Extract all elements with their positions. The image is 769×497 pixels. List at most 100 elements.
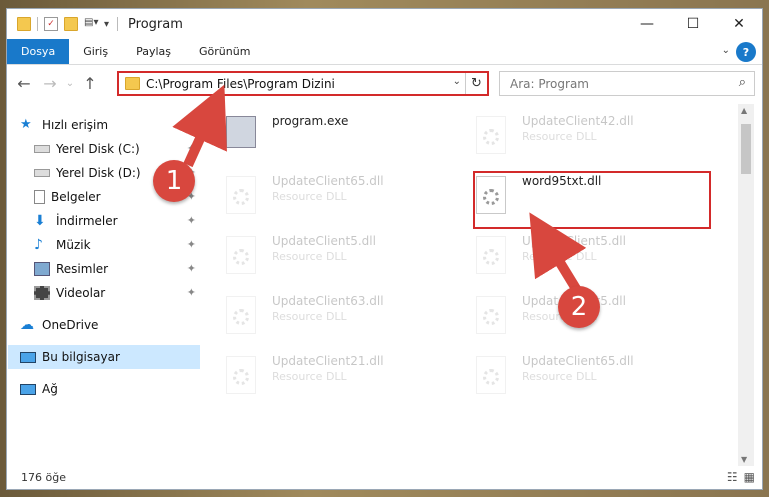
file-name: UpdateClient21.dll (272, 354, 384, 368)
sidebar-item-label: Yerel Disk (C:) (56, 142, 140, 156)
program-icon (226, 116, 260, 156)
network-icon (20, 383, 36, 395)
tab-file[interactable]: Dosya (7, 39, 70, 64)
status-bar: 176 öğe ☷ ▦ (7, 465, 763, 489)
item-count: 176 öğe (21, 470, 66, 484)
pin-icon[interactable]: ✦ (187, 238, 196, 251)
step-2-badge: 2 (558, 286, 600, 328)
file-tile[interactable]: UpdateClient5.dll Resource DLL (222, 232, 462, 288)
drive-icon (34, 145, 50, 153)
close-button[interactable]: ✕ (716, 9, 762, 39)
new-folder-icon[interactable] (64, 17, 78, 31)
file-type: Resource DLL (272, 310, 347, 323)
file-name: UpdateClient42.dll (522, 114, 634, 128)
star-icon: ★ (20, 117, 32, 132)
dropdown-icon[interactable]: ▾ (104, 19, 109, 30)
navigation-bar: ← → ⌄ ↑ C:\Program Files\Program Dizini … (7, 65, 762, 101)
sidebar-item-music[interactable]: ♪ Müzik ✦ (20, 233, 200, 257)
file-name: UpdateClient65.dll (522, 354, 634, 368)
scroll-up-icon[interactable]: ▲ (741, 106, 747, 115)
video-icon (34, 286, 50, 300)
file-name: program.exe (272, 114, 349, 128)
cloud-icon: ☁ (20, 317, 34, 333)
chevron-down-icon[interactable]: ⌄ (453, 76, 461, 87)
step-1-badge: 1 (153, 160, 195, 202)
scroll-down-icon[interactable]: ▼ (741, 455, 747, 464)
properties-icon[interactable]: ✓ (44, 17, 58, 31)
file-type: Resource DLL (522, 250, 597, 263)
vertical-scrollbar[interactable]: ▲ ▼ (738, 104, 754, 466)
sidebar-item-label: Resimler (56, 262, 109, 276)
up-arrow-icon[interactable]: ↑ (77, 74, 103, 93)
sidebar-item-label: Hızlı erişim (42, 118, 109, 132)
file-tile[interactable]: UpdateClient42.dll Resource DLL (472, 112, 712, 168)
file-name: UpdateClient65.dll (272, 174, 384, 188)
file-tile[interactable]: UpdateClient5.dll Resource DLL (472, 232, 712, 288)
file-name: UpdateClient5.dll (272, 234, 376, 248)
view-switcher: ☷ ▦ (727, 470, 755, 484)
tiles-view-icon[interactable]: ▦ (744, 470, 755, 484)
file-tile[interactable]: program.exe (222, 112, 462, 168)
file-type: Resource DLL (522, 370, 597, 383)
sidebar-item-pictures[interactable]: Resimler ✦ (20, 257, 200, 281)
file-highlight-box (473, 171, 711, 229)
refresh-icon[interactable]: ↻ (465, 73, 487, 94)
forward-arrow-icon[interactable]: → (37, 74, 63, 93)
title-bar: ✓ ▤▾ ▾ Program — ☐ ✕ (7, 9, 762, 39)
pin-icon[interactable]: ✦ (187, 286, 196, 299)
back-arrow-icon[interactable]: ← (11, 74, 37, 93)
dll-file-icon (476, 116, 510, 156)
sidebar-item-label: Videolar (56, 286, 106, 300)
music-icon: ♪ (34, 237, 43, 253)
sidebar-item-label: Yerel Disk (D:) (56, 166, 141, 180)
file-tile[interactable]: UpdateClient65.dll Resource DLL (472, 352, 712, 408)
sidebar-item-onedrive[interactable]: ☁ OneDrive (20, 313, 200, 337)
details-view-icon[interactable]: ☷ (727, 470, 738, 484)
recent-dropdown-icon[interactable]: ⌄ (63, 78, 77, 89)
customize-icon[interactable]: ▤▾ (84, 17, 98, 31)
file-tile[interactable]: UpdateClient63.dll Resource DLL (222, 292, 462, 348)
file-type: Resource DLL (272, 250, 347, 263)
dll-file-icon (476, 356, 510, 396)
folder-icon (125, 77, 140, 90)
sidebar-item-network[interactable]: Ağ (20, 377, 200, 401)
file-tile[interactable]: UpdateClient21.dll Resource DLL (222, 352, 462, 408)
file-type: Resource DLL (272, 370, 347, 383)
sidebar-item-label: Bu bilgisayar (42, 350, 120, 364)
tab-home[interactable]: Giriş (69, 39, 122, 64)
scroll-thumb[interactable] (741, 124, 751, 174)
tab-view[interactable]: Görünüm (185, 39, 264, 64)
search-input[interactable]: Ara: Program ⌕ (499, 71, 755, 96)
sidebar-item-videos[interactable]: Videolar ✦ (20, 281, 200, 305)
dll-file-icon (226, 296, 260, 336)
file-list: program.exe UpdateClient42.dll Resource … (222, 112, 732, 462)
folder-icon (17, 17, 31, 31)
ribbon-tabs: Dosya Giriş Paylaş Görünüm ⌄ ? (7, 39, 762, 65)
file-type: Resource DLL (522, 130, 597, 143)
address-path: C:\Program Files\Program Dizini (146, 76, 335, 91)
sidebar-item-local-disk-c[interactable]: Yerel Disk (C:) ✦ (20, 137, 200, 161)
sidebar-item-downloads[interactable]: ⬇ İndirmeler ✦ (20, 209, 200, 233)
dll-file-icon (226, 356, 260, 396)
help-icon[interactable]: ? (736, 42, 756, 62)
download-icon: ⬇ (34, 213, 46, 229)
pin-icon[interactable]: ✦ (187, 262, 196, 275)
minimize-button[interactable]: — (624, 9, 670, 39)
maximize-button[interactable]: ☐ (670, 9, 716, 39)
tab-share[interactable]: Paylaş (122, 39, 185, 64)
quick-access-toolbar: ✓ ▤▾ ▾ (17, 17, 109, 31)
drive-icon (34, 169, 50, 177)
dll-file-icon (226, 236, 260, 276)
file-name: UpdateClient63.dll (272, 294, 384, 308)
sidebar-item-this-pc[interactable]: Bu bilgisayar (8, 345, 200, 369)
sidebar-item-quick-access[interactable]: ★ Hızlı erişim (20, 113, 200, 137)
address-bar[interactable]: C:\Program Files\Program Dizini ⌄ ↻ (117, 71, 489, 96)
pictures-icon (34, 262, 50, 276)
sidebar-item-label: Ağ (42, 382, 58, 396)
pin-icon[interactable]: ✦ (187, 214, 196, 227)
ribbon-expand-icon[interactable]: ⌄ (722, 45, 730, 56)
sidebar-item-label: Belgeler (51, 190, 101, 204)
file-tile[interactable]: UpdateClient65.dll Resource DLL (222, 172, 462, 228)
search-icon: ⌕ (738, 75, 746, 90)
pin-icon[interactable]: ✦ (187, 142, 196, 155)
